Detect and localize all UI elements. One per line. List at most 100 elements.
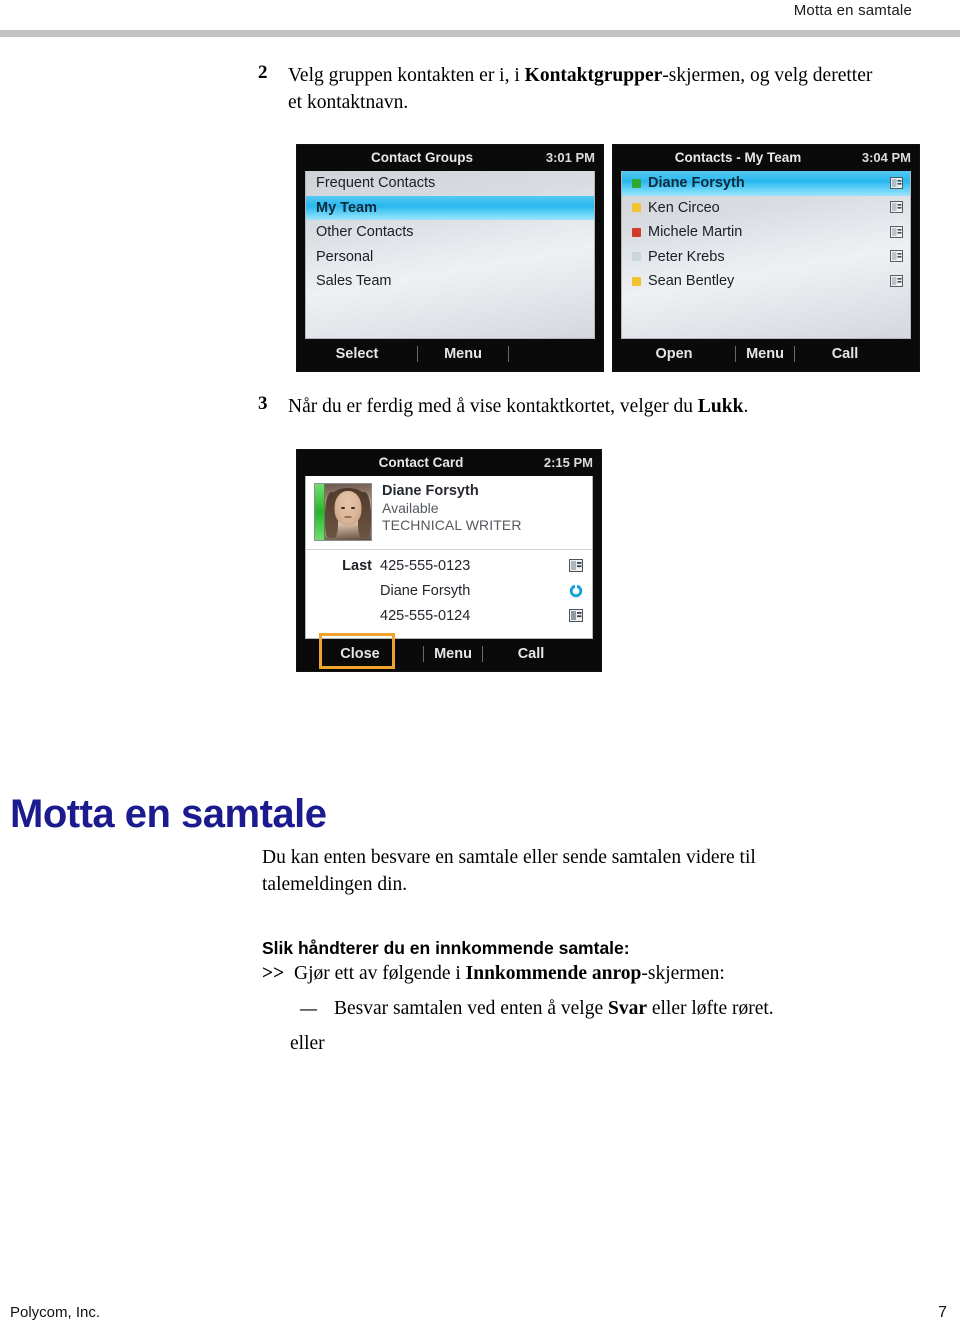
cc-identity-text: Diane Forsyth Available TECHNICAL WRITER (372, 483, 522, 541)
cg-softkey-bar: Select Menu (297, 339, 603, 369)
step-3: 3 Når du er ferdig med å vise kontaktkor… (258, 393, 748, 420)
cc-row-second-number[interactable]: 425-555-0124 (306, 603, 592, 628)
step-2-text: Velg gruppen kontakten er i, i Kontaktgr… (288, 62, 888, 116)
text-eller: eller (290, 1030, 325, 1057)
cg-item-label: Personal (316, 248, 374, 265)
footer-page-number: 7 (938, 1304, 947, 1321)
cg-item-label: Frequent Contacts (316, 175, 436, 192)
presence-indicator-dnd (632, 227, 641, 237)
cmt-softkey-call[interactable]: Call (795, 346, 895, 362)
presence-bar-available (315, 484, 325, 540)
cc-row-value: Diane Forsyth (380, 582, 471, 599)
sub-heading-handle-incoming-call: Slik håndterer du en innkommende samtale… (262, 937, 630, 958)
cc-detail-rows: Last 425-555-0123 Diane Forsyth 425-555-… (306, 550, 592, 628)
presence-indicator-offline (632, 252, 641, 262)
cc-row-contact-name[interactable]: Diane Forsyth (306, 578, 592, 603)
presence-available-icon[interactable] (569, 584, 584, 598)
cmt-item-diane-forsyth[interactable]: Diane Forsyth (622, 171, 910, 196)
cmt-titlebar: Contacts - My Team 3:04 PM (613, 145, 919, 171)
cc-softkey-close[interactable]: Close (297, 646, 423, 662)
cmt-item-peter-krebs[interactable]: Peter Krebs (622, 245, 910, 270)
cc-row-label: Last (342, 557, 372, 574)
cg-item-frequent-contacts[interactable]: Frequent Contacts (306, 171, 594, 196)
contact-card-icon[interactable] (569, 608, 584, 623)
presence-indicator-available (632, 178, 641, 188)
bullet-bold-term: Innkommende anrop (465, 963, 642, 984)
contact-card-icon[interactable] (890, 201, 904, 214)
cg-item-my-team[interactable]: My Team (306, 195, 594, 220)
cc-row-last-number[interactable]: Last 425-555-0123 (306, 553, 592, 578)
cg-titlebar: Contact Groups 3:01 PM (297, 145, 603, 171)
contact-card-icon[interactable] (569, 558, 584, 573)
presence-indicator-busy (632, 203, 641, 213)
cc-row-value: 425-555-0124 (380, 607, 471, 624)
cg-softkey-select[interactable]: Select (297, 346, 417, 362)
bullet-text-part2: eller løfte røret. (646, 998, 774, 1019)
cmt-item-ken-circeo[interactable]: Ken Circeo (622, 196, 910, 221)
cg-list: Frequent Contacts My Team Other Contacts… (305, 171, 595, 339)
page-title: Motta en samtale (10, 791, 327, 836)
contact-card-icon[interactable] (890, 176, 904, 190)
cc-identity-block: Diane Forsyth Available TECHNICAL WRITER (306, 476, 592, 550)
step-2-text-part1: Velg gruppen kontakten er i, i (288, 65, 525, 86)
cmt-item-label: Sean Bentley (648, 273, 735, 290)
bullet-bold-term: Svar (607, 998, 647, 1019)
step-2: 2 Velg gruppen kontakten er i, i Kontakt… (258, 62, 888, 116)
bullet-do-one-of-the-following: >> Gjør ett av følgende i Innkommende an… (262, 960, 725, 987)
cc-content: Diane Forsyth Available TECHNICAL WRITER… (305, 476, 593, 639)
cmt-item-label: Ken Circeo (648, 199, 720, 216)
eller-label: eller (290, 1033, 325, 1054)
header-divider (0, 30, 960, 37)
cmt-softkey-open[interactable]: Open (613, 346, 735, 362)
step-3-text-part1: Når du er ferdig med å vise kontaktkorte… (288, 396, 698, 417)
presence-indicator-busy (632, 276, 641, 286)
bullet-text-part2: -skjermen: (641, 963, 725, 984)
cmt-softkey-menu[interactable]: Menu (736, 346, 794, 362)
cc-presence-status: Available (382, 500, 439, 516)
bullet-marker-chevrons: >> (262, 963, 285, 984)
cc-contact-name: Diane Forsyth (382, 483, 479, 499)
bullet-marker-dash: — (300, 999, 317, 1018)
bullet-answer-the-call: — Besvar samtalen ved enten å velge Svar… (300, 995, 774, 1022)
contact-card-icon[interactable] (890, 250, 904, 263)
footer-company: Polycom, Inc. (10, 1304, 101, 1321)
cc-job-title: TECHNICAL WRITER (382, 517, 522, 533)
cg-softkey-menu[interactable]: Menu (418, 346, 508, 362)
cc-row-value: 425-555-0123 (380, 557, 471, 574)
cc-softkey-menu[interactable]: Menu (424, 646, 482, 662)
header-title: Motta en samtale (793, 2, 912, 19)
screenshot-contact-groups: Contact Groups 3:01 PM Frequent Contacts… (296, 144, 604, 372)
cg-item-personal[interactable]: Personal (306, 245, 594, 270)
cmt-time: 3:04 PM (861, 150, 911, 165)
cmt-item-label: Michele Martin (648, 224, 743, 241)
screenshot-contacts-my-team: Contacts - My Team 3:04 PM Diane Forsyth… (612, 144, 920, 372)
cmt-item-label: Diane Forsyth (648, 175, 745, 192)
step-3-text: Når du er ferdig med å vise kontaktkorte… (288, 393, 748, 420)
step-3-number: 3 (258, 393, 268, 414)
cc-titlebar: Contact Card 2:15 PM (297, 450, 601, 476)
bullet-text-part1: Gjør ett av følgende i (294, 963, 466, 984)
cg-item-sales-team[interactable]: Sales Team (306, 269, 594, 294)
cmt-item-michele-martin[interactable]: Michele Martin (622, 220, 910, 245)
cg-softkey-divider-2 (508, 346, 509, 362)
step-3-text-part2: . (743, 396, 749, 417)
cmt-list: Diane Forsyth Ken Circeo Michele Martin … (621, 171, 911, 339)
cc-softkey-call[interactable]: Call (483, 646, 579, 662)
bullet-text: Gjør ett av følgende i Innkommende anrop… (294, 960, 725, 987)
cg-item-label: Sales Team (316, 273, 392, 290)
cmt-item-sean-bentley[interactable]: Sean Bentley (622, 269, 910, 294)
step-2-bold-term: Kontaktgrupper (524, 65, 663, 86)
cc-time: 2:15 PM (543, 455, 593, 470)
contact-card-icon[interactable] (890, 274, 904, 288)
bullet-text-part1: Besvar samtalen ved enten å velge (334, 998, 608, 1019)
page-footer: Polycom, Inc. 7 (0, 1304, 960, 1328)
avatar (314, 483, 372, 541)
cg-item-label: Other Contacts (316, 224, 414, 241)
contact-card-icon[interactable] (890, 225, 904, 239)
cmt-softkey-bar: Open Menu Call (613, 339, 919, 369)
cg-item-label: My Team (316, 199, 377, 216)
cg-item-other-contacts[interactable]: Other Contacts (306, 220, 594, 245)
cmt-item-label: Peter Krebs (648, 248, 725, 265)
bullet-text: Besvar samtalen ved enten å velge Svar e… (334, 995, 774, 1022)
avatar-photo (325, 484, 371, 540)
